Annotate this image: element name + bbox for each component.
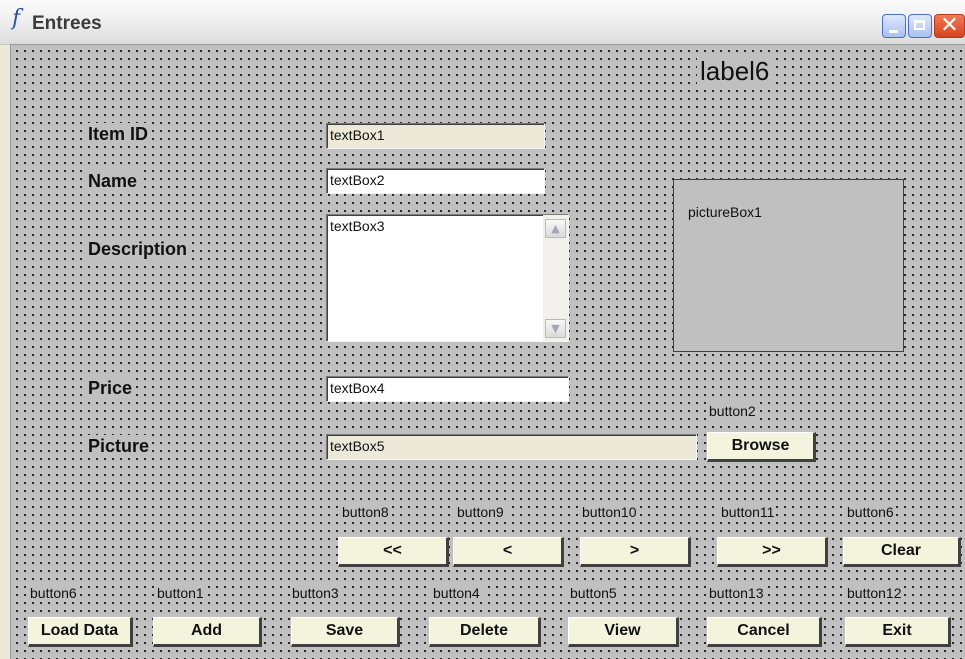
picture-box-label: pictureBox1 [688, 204, 762, 220]
close-button[interactable]: ✕ [934, 14, 965, 38]
price-field[interactable]: textBox4 [326, 376, 569, 402]
description-field[interactable]: textBox3 ▲ ▼ [326, 214, 569, 342]
name-field[interactable]: textBox2 [326, 168, 545, 194]
cancel-button[interactable]: Cancel [707, 617, 822, 647]
add-button-caption: button1 [155, 584, 206, 602]
label6: label6 [697, 56, 773, 86]
browse-button-caption: button2 [707, 402, 758, 420]
view-button-caption: button5 [568, 584, 619, 602]
minimize-button[interactable] [882, 14, 906, 38]
previous-record-button[interactable]: < [453, 537, 564, 567]
last-button-caption: button11 [719, 503, 777, 521]
next-button-caption: button10 [580, 503, 639, 521]
description-text: textBox3 [330, 218, 385, 234]
name-label: Name [86, 170, 140, 192]
description-scrollbar[interactable]: ▲ ▼ [543, 215, 568, 341]
delete-button-caption: button4 [431, 584, 482, 602]
previous-button-caption: button9 [455, 503, 506, 521]
clear-button-caption: button6 [845, 503, 896, 521]
picture-box: pictureBox1 [673, 179, 904, 352]
last-record-button[interactable]: >> [717, 537, 828, 567]
picture-label: Picture [86, 435, 152, 457]
first-button-caption: button8 [340, 503, 391, 521]
description-label: Description [86, 238, 190, 260]
save-button[interactable]: Save [291, 617, 400, 647]
delete-button[interactable]: Delete [429, 617, 541, 647]
scroll-up-icon[interactable]: ▲ [545, 219, 566, 238]
clear-button[interactable]: Clear [843, 537, 961, 567]
browse-button[interactable]: Browse [707, 432, 816, 462]
load-data-button-caption: button6 [28, 584, 79, 602]
load-data-button[interactable]: Load Data [28, 617, 133, 647]
exit-button-caption: button12 [845, 584, 904, 602]
save-button-caption: button3 [290, 584, 341, 602]
exit-button[interactable]: Exit [845, 617, 951, 647]
app-icon: f [12, 6, 21, 31]
first-record-button[interactable]: << [338, 537, 449, 567]
window-title: Entrees [32, 13, 102, 34]
cancel-button-caption: button13 [707, 584, 766, 602]
title-bar[interactable]: f Entrees ✕ [0, 0, 965, 45]
maximize-button[interactable] [908, 14, 932, 38]
entrees-window: f Entrees ✕ label6 Item ID Name Descript… [0, 0, 965, 659]
add-button[interactable]: Add [153, 617, 262, 647]
item-id-field[interactable]: textBox1 [326, 123, 545, 149]
scroll-down-icon[interactable]: ▼ [545, 319, 566, 338]
view-button[interactable]: View [568, 617, 679, 647]
close-icon: ✕ [940, 13, 959, 38]
item-id-label: Item ID [86, 123, 151, 145]
price-label: Price [86, 377, 135, 399]
next-record-button[interactable]: > [580, 537, 691, 567]
picture-path-field[interactable]: textBox5 [326, 434, 697, 460]
